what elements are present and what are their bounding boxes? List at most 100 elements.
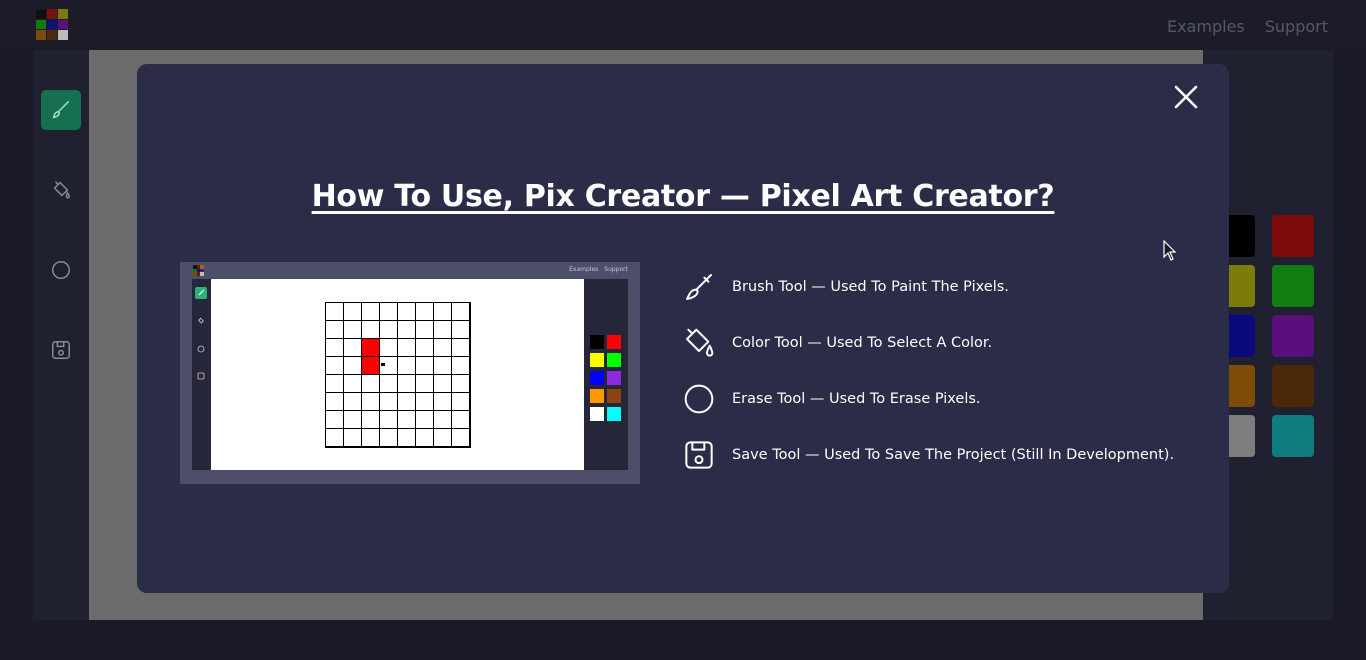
- preview-palette-swatch: [590, 407, 604, 421]
- preview-grid-cell: [326, 393, 344, 411]
- tool-help-text: Save Tool — Used To Save The Project (St…: [732, 447, 1175, 463]
- tool-help-text: Color Tool — Used To Select A Color.: [732, 335, 993, 351]
- preview-grid-cell: [380, 303, 398, 321]
- brush-icon: [682, 270, 716, 304]
- palette-swatch[interactable]: [1272, 315, 1314, 357]
- save-icon: [197, 372, 205, 380]
- nav-examples-link[interactable]: Examples: [1167, 17, 1245, 36]
- preview-palette: [584, 279, 628, 470]
- logo-square: [36, 30, 46, 40]
- preview-grid-cell: [398, 429, 416, 447]
- preview-grid-cell: [326, 303, 344, 321]
- eraser-circle-icon: [682, 382, 716, 416]
- save-tool-button[interactable]: [41, 330, 81, 370]
- preview-grid-cell: [398, 393, 416, 411]
- palette-swatch[interactable]: [1272, 265, 1314, 307]
- save-icon: [52, 341, 70, 359]
- preview-grid-cell: [434, 321, 452, 339]
- preview-grid-cell: [344, 429, 362, 447]
- preview-erase-tool: [195, 343, 207, 355]
- preview-grid-cell: [434, 357, 452, 375]
- preview-grid-cell: [398, 339, 416, 357]
- preview-logo-square: [200, 272, 204, 276]
- preview-grid-cell: [362, 411, 380, 429]
- preview-grid-cell: [362, 393, 380, 411]
- nav-support-link[interactable]: Support: [1265, 17, 1328, 36]
- preview-grid-cell: [380, 411, 398, 429]
- tool-help-item: Save Tool — Used To Save The Project (St…: [682, 438, 1174, 472]
- preview-grid-cell: [416, 303, 434, 321]
- preview-grid-cell: [398, 357, 416, 375]
- preview-grid-cell: [434, 429, 452, 447]
- preview-grid-cell: [380, 339, 398, 357]
- preview-grid-cell: [452, 375, 470, 393]
- app-logo[interactable]: [36, 9, 68, 40]
- preview-save-tool: [195, 370, 207, 382]
- preview-palette-swatch: [607, 407, 621, 421]
- preview-grid-cell: [380, 375, 398, 393]
- app-preview-image: Examples Support: [180, 262, 640, 484]
- preview-tool-sidebar: [192, 279, 211, 470]
- palette-swatch[interactable]: [1272, 365, 1314, 407]
- palette-swatch[interactable]: [1272, 415, 1314, 457]
- top-bar: Examples Support: [0, 0, 1366, 50]
- tool-help-item: Color Tool — Used To Select A Color.: [682, 326, 992, 360]
- preview-grid-cell: [380, 429, 398, 447]
- logo-square: [36, 9, 46, 19]
- close-modal-button[interactable]: [1173, 84, 1199, 110]
- preview-grid-cell: [416, 339, 434, 357]
- preview-grid-cell: [398, 303, 416, 321]
- eraser-circle-icon: [197, 345, 205, 353]
- preview-grid-cell: [362, 321, 380, 339]
- preview-top-bar: Examples Support: [180, 262, 640, 279]
- preview-grid-cell: [398, 375, 416, 393]
- modal-title: How To Use, Pix Creator — Pixel Art Crea…: [311, 179, 1055, 214]
- erase-tool-button[interactable]: [41, 250, 81, 290]
- color-tool-button[interactable]: [41, 170, 81, 210]
- preview-grid-cell: [344, 357, 362, 375]
- preview-palette-swatch: [607, 335, 621, 349]
- preview-grid-cell: [344, 375, 362, 393]
- preview-grid-cell: [434, 393, 452, 411]
- tool-sidebar: [33, 50, 89, 620]
- preview-grid-cell: [362, 357, 380, 375]
- preview-grid-cell: [380, 393, 398, 411]
- preview-nav-examples: Examples: [569, 266, 599, 273]
- preview-grid-cell: [434, 375, 452, 393]
- preview-grid-cell: [398, 411, 416, 429]
- logo-square: [58, 30, 68, 40]
- preview-logo: [193, 265, 204, 276]
- preview-grid-cell: [326, 339, 344, 357]
- preview-grid-cell: [344, 411, 362, 429]
- preview-nav: Examples Support: [569, 266, 628, 273]
- top-nav: Examples Support: [1167, 17, 1328, 36]
- fill-bucket-icon: [682, 326, 716, 360]
- preview-grid-cell: [344, 339, 362, 357]
- preview-grid-cell: [416, 393, 434, 411]
- preview-grid-cell: [326, 375, 344, 393]
- preview-grid-cell: [362, 375, 380, 393]
- preview-grid-cell: [326, 411, 344, 429]
- help-modal: How To Use, Pix Creator — Pixel Art Crea…: [137, 64, 1229, 593]
- preview-grid-cell: [434, 339, 452, 357]
- preview-grid-cell: [416, 321, 434, 339]
- preview-grid-cell: [434, 411, 452, 429]
- preview-grid-cell: [326, 429, 344, 447]
- palette-swatch[interactable]: [1272, 215, 1314, 257]
- fill-bucket-icon: [198, 317, 204, 324]
- preview-grid-cell: [380, 357, 398, 375]
- logo-square: [47, 9, 57, 19]
- preview-grid-cell: [362, 339, 380, 357]
- preview-palette-swatch: [607, 371, 621, 385]
- logo-square: [36, 19, 46, 30]
- save-icon: [682, 438, 716, 472]
- preview-grid-cell: [416, 411, 434, 429]
- brush-tool-button[interactable]: [41, 90, 81, 130]
- preview-grid-cell: [362, 429, 380, 447]
- preview-fill-tool: [195, 315, 207, 327]
- brush-icon: [52, 101, 70, 119]
- preview-grid-cell: [380, 321, 398, 339]
- preview-grid-cell: [452, 411, 470, 429]
- preview-grid-cell: [344, 393, 362, 411]
- preview-grid-cell: [452, 303, 470, 321]
